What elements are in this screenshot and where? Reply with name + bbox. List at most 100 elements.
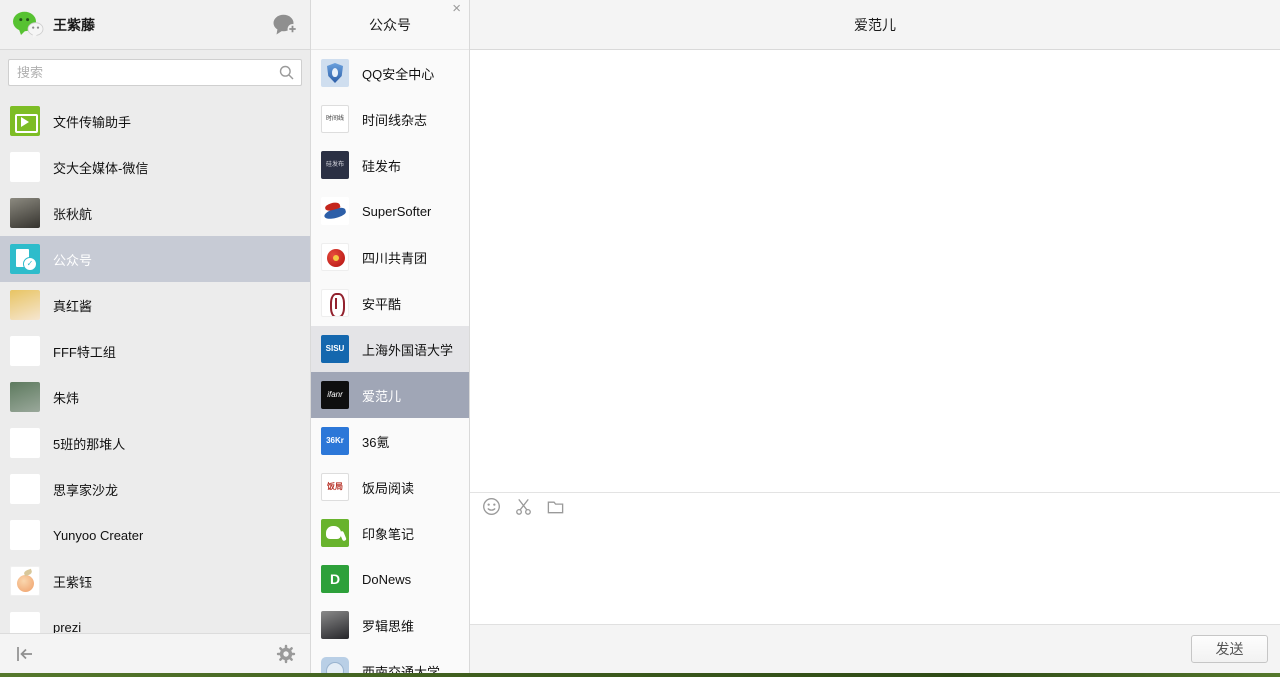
chat-title: 爱范儿 [854,15,896,35]
user-name: 王紫藤 [53,15,272,35]
fanju-avatar: 饭局 [321,473,349,501]
official-account-item[interactable]: 36Kr 36氪 [311,418,469,464]
collapse-left-icon [14,644,36,664]
search-icon [279,65,294,80]
search-input[interactable] [8,59,302,86]
official-accounts-list: QQ安全中心 时间线 时间线杂志 硅发布 硅发布 SuperSofter 四川共… [311,50,469,673]
kr36-avatar: 36Kr [321,427,349,455]
official-account-item[interactable]: 西南交通大学 [311,648,469,673]
chat-list-item-label: 朱炜 [53,388,79,407]
emoji-icon [482,497,501,516]
official-account-label: 硅发布 [362,156,401,175]
message-input[interactable] [470,520,1280,624]
gear-icon [276,644,296,664]
official-accounts-panel: 公众号 × QQ安全中心 时间线 时间线杂志 硅发布 硅发布 SuperSoft… [310,0,470,673]
peach-avatar [10,566,40,596]
league-badge-avatar [321,243,349,271]
chat-panel: 爱范儿 [470,0,1280,673]
close-icon[interactable]: × [448,0,465,18]
chat-list-item-label: prezi [53,620,81,634]
official-account-item[interactable]: ifanr 爱范儿 [311,372,469,418]
official-account-item[interactable]: SISU 上海外国语大学 [311,326,469,372]
chat-list-item-label: 5班的那堆人 [53,434,125,453]
chat-list-item[interactable]: 交大全媒体-微信 [0,144,310,190]
official-account-item[interactable]: 罗辑思维 [311,602,469,648]
screenshot-button[interactable] [514,497,533,516]
group-collage-avatar [10,428,40,458]
chat-list-item[interactable]: prezi [0,604,310,633]
seal-avatar [321,289,349,317]
guifabu-avatar: 硅发布 [321,151,349,179]
chat-list-item[interactable]: 5班的那堆人 [0,420,310,466]
settings-button[interactable] [276,644,296,664]
sidebar: 王紫藤 文件传输助手 [0,0,310,673]
chat-list-item[interactable]: FFF特工组 [0,328,310,374]
official-account-item[interactable]: 饭局 饭局阅读 [311,464,469,510]
search-bar [0,50,310,95]
message-history[interactable] [470,50,1280,492]
official-account-item[interactable]: 印象笔记 [311,510,469,556]
chat-list-item-label: 文件传输助手 [53,112,131,131]
group-collage-avatar [10,336,40,366]
new-chat-button[interactable] [272,13,298,37]
official-account-item[interactable]: QQ安全中心 [311,50,469,96]
official-account-item[interactable]: 硅发布 硅发布 [311,142,469,188]
chat-list-item-label: 思享家沙龙 [53,480,118,499]
ifanr-avatar: ifanr [321,381,349,409]
donews-avatar: D [321,565,349,593]
desktop-background-strip [0,673,1280,677]
official-account-item[interactable]: 时间线 时间线杂志 [311,96,469,142]
emoji-button[interactable] [482,497,501,516]
qq-shield-avatar [321,59,349,87]
official-account-label: 四川共青团 [362,248,427,267]
chat-list-item[interactable]: 真红酱 [0,282,310,328]
group-collage-avatar [10,474,40,504]
chat-toolbar [470,492,1280,520]
official-account-item[interactable]: 四川共青团 [311,234,469,280]
chat-list-item[interactable]: 公众号 [0,236,310,282]
official-account-item[interactable]: D DoNews [311,556,469,602]
chat-list-item[interactable]: 王紫钰 [0,558,310,604]
chat-list-item-label: 张秋航 [53,204,92,223]
chat-list-item-label: 公众号 [53,250,92,269]
official-accounts-avatar [10,244,40,274]
panel-title: 公众号 [369,15,411,35]
photo-avatar [321,611,349,639]
anime-avatar [10,290,40,320]
collapse-button[interactable] [14,644,36,664]
chat-list-item-label: 真红酱 [53,296,92,315]
send-button[interactable]: 发送 [1191,635,1268,663]
group-collage-avatar [10,520,40,550]
official-account-label: QQ安全中心 [362,64,434,83]
chat-list-item[interactable]: 朱炜 [0,374,310,420]
chat-list-item[interactable]: 文件传输助手 [0,98,310,144]
sidebar-header: 王紫藤 [0,0,310,50]
chat-list-item[interactable]: 思享家沙龙 [0,466,310,512]
official-accounts-header: 公众号 × [311,0,469,50]
official-account-label: 罗辑思维 [362,616,414,635]
photo-avatar [10,382,40,412]
group-collage-avatar [10,152,40,182]
official-account-label: 时间线杂志 [362,110,427,129]
wechat-window: 王紫藤 文件传输助手 [0,0,1280,673]
scissors-icon [514,497,533,516]
official-account-label: 爱范儿 [362,386,401,405]
official-account-label: 上海外国语大学 [362,340,453,359]
chat-plus-icon [272,13,298,37]
group-collage-avatar [10,612,40,633]
official-account-label: DoNews [362,572,411,587]
chat-list-item[interactable]: Yunyoo Creater [0,512,310,558]
superman-avatar [321,197,349,225]
send-file-button[interactable] [546,497,565,516]
timeline-avatar: 时间线 [321,105,349,133]
chat-header: 爱范儿 [470,0,1280,50]
official-account-item[interactable]: SuperSofter [311,188,469,234]
official-account-item[interactable]: 安平酷 [311,280,469,326]
folder-icon [546,497,565,516]
chat-list-item-label: Yunyoo Creater [53,528,143,543]
chat-list-item-label: 王紫钰 [53,572,92,591]
chat-list-item-label: 交大全媒体-微信 [53,158,148,177]
official-account-label: 西南交通大学 [362,662,440,674]
official-account-label: 饭局阅读 [362,478,414,497]
chat-list-item[interactable]: 张秋航 [0,190,310,236]
